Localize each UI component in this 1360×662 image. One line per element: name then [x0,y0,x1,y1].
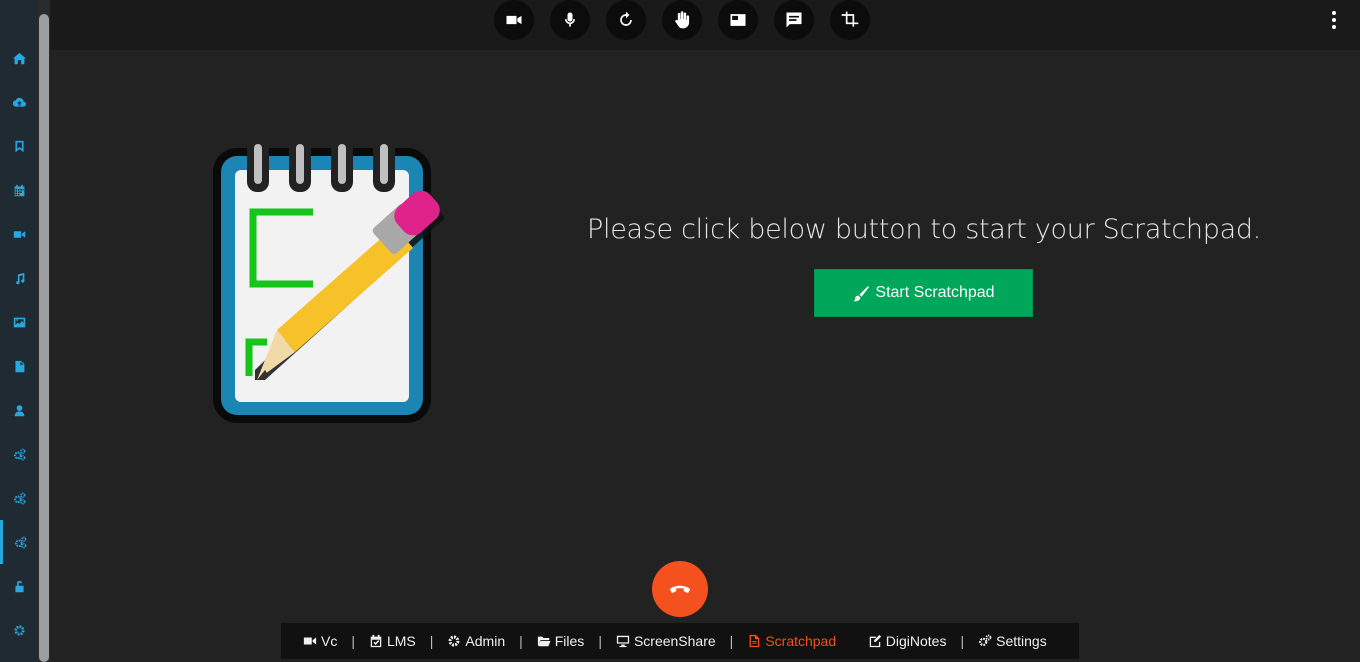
calendar-check-icon [370,634,382,648]
microphone-button[interactable] [550,0,590,40]
top-toolbar [50,0,1360,50]
notepad-pencil-icon [213,136,445,423]
cogs-icon [13,492,25,504]
cloud-upload-icon [12,97,26,107]
image-icon [13,317,25,327]
video-icon [303,637,317,645]
folder-open-icon [537,636,551,647]
file-text-icon [749,634,760,648]
tab-files[interactable]: Files [537,633,584,649]
sidebar-item-image[interactable] [0,300,38,344]
sidebar-item-music[interactable] [0,256,38,300]
cogs-icon [979,634,992,647]
raise-hand-icon [675,11,690,29]
sidebar-item-file[interactable] [0,344,38,388]
paint-brush-icon [853,285,870,301]
more-menu-button[interactable] [1324,8,1344,32]
sidebar-item-settings[interactable] [0,608,38,652]
unlock-icon [14,580,24,592]
sidebar-item-cogs-3[interactable] [0,520,38,564]
desktop-icon [616,635,630,648]
phone-hangup-icon [670,585,690,593]
tab-settings[interactable]: Settings [978,633,1047,649]
microphone-icon [565,12,575,27]
sidebar-item-unlock[interactable] [0,564,38,608]
camera-button[interactable] [494,0,534,40]
crop-icon [841,11,859,27]
refresh-button[interactable] [606,0,646,40]
tab-diginotes[interactable]: DigiNotes [868,633,946,649]
sidebar-item-upload[interactable] [0,80,38,124]
sidebar-item-bookmark[interactable] [0,124,38,168]
tab-admin[interactable]: Admin [447,633,505,649]
calendar-icon [14,184,24,196]
user-icon [14,404,24,416]
refresh-icon [620,11,632,26]
chat-button[interactable] [774,0,814,40]
more-vertical-icon [1332,11,1336,15]
cogs-icon [13,448,25,460]
sidebar-item-user[interactable] [0,388,38,432]
gear-icon [13,624,25,636]
tab-vc[interactable]: Vc [303,633,337,649]
file-icon [14,360,24,372]
gear-icon [448,635,460,647]
camera-icon [506,15,522,25]
chat-icon [786,12,802,28]
crop-button[interactable] [830,0,870,40]
tab-lms[interactable]: LMS [369,633,416,649]
sidebar-item-video[interactable] [0,212,38,256]
screen-button[interactable] [718,0,758,40]
sidebar-scrollbar-thumb[interactable] [39,14,49,662]
edit-icon [869,634,881,648]
sidebar [0,0,50,662]
home-icon [12,52,26,64]
cogs-icon [15,536,27,548]
tab-screenshare[interactable]: ScreenShare [616,633,716,649]
sidebar-item-calendar[interactable] [0,168,38,212]
tab-scratchpad[interactable]: Scratchpad [747,633,836,649]
start-scratchpad-label: Start Scratchpad [875,284,995,301]
raise-hand-button[interactable] [662,0,702,40]
scratchpad-prompt: Please click below button to start your … [587,214,1261,245]
hangup-button[interactable] [652,561,708,617]
music-icon [15,272,24,284]
sidebar-item-home[interactable] [0,36,38,80]
bookmark-icon [14,140,24,152]
start-scratchpad-button[interactable]: Start Scratchpad [814,269,1033,317]
screen-icon [730,14,746,26]
bottom-tab-bar: Vc | LMS | Admin | Files | ScreenShare |… [281,623,1079,659]
sidebar-item-cogs-2[interactable] [0,476,38,520]
video-icon [13,230,25,238]
sidebar-item-cogs-1[interactable] [0,432,38,476]
